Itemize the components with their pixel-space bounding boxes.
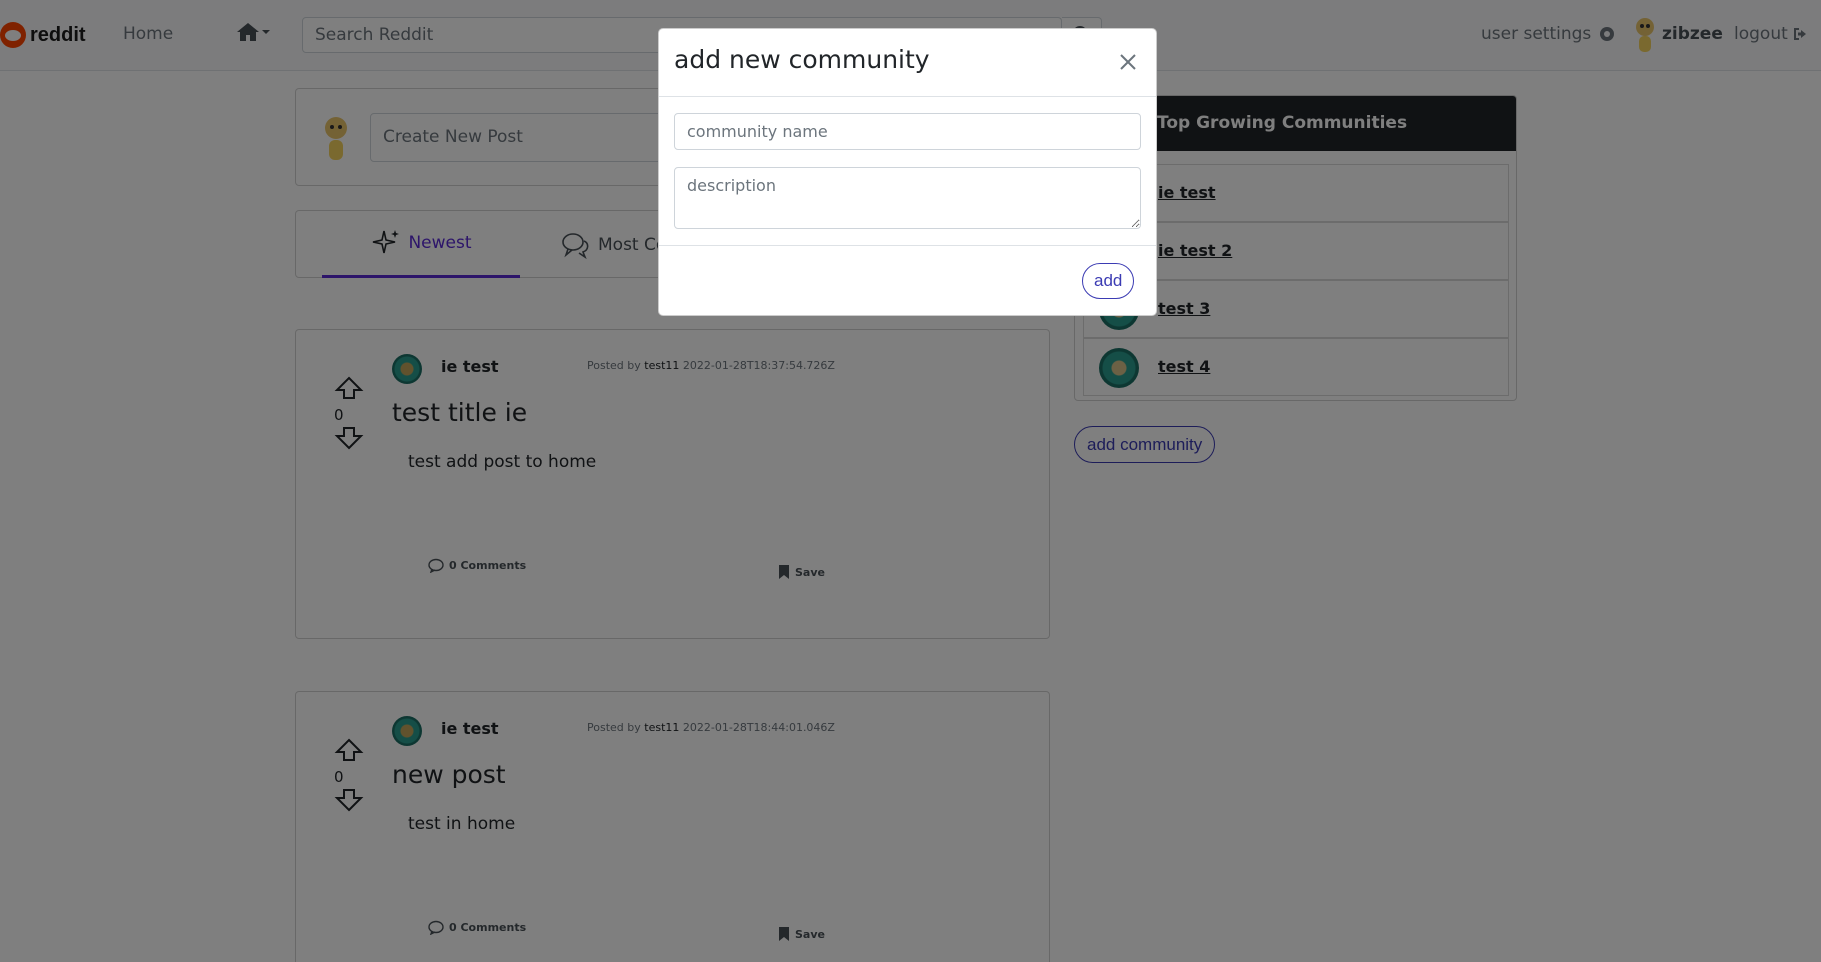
modal-footer: add — [659, 245, 1156, 315]
modal-header: add new community — [659, 29, 1156, 97]
add-button[interactable]: add — [1082, 263, 1135, 299]
close-icon — [1120, 54, 1136, 70]
add-community-modal: add new community add — [658, 28, 1157, 316]
community-name-input[interactable] — [674, 113, 1141, 150]
modal-title: add new community — [674, 45, 930, 74]
close-button[interactable] — [1116, 50, 1140, 74]
description-textarea[interactable] — [674, 167, 1141, 229]
